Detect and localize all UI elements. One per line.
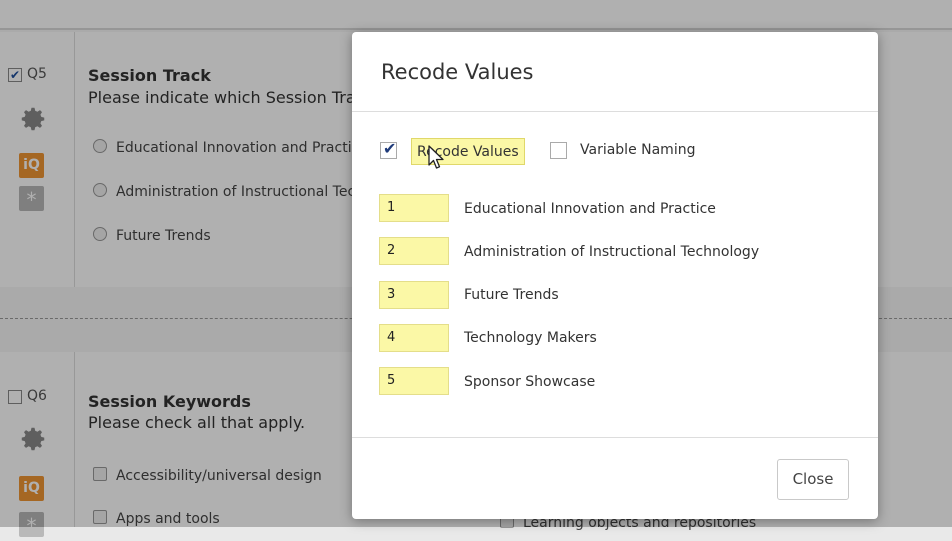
close-button[interactable]: Close (777, 459, 849, 500)
choice-label: Administration of Instructional Technolo… (464, 244, 760, 260)
dialog-header-divider (352, 111, 878, 112)
choice-label: Sponsor Showcase (464, 374, 596, 390)
recode-value-input[interactable]: 2 (379, 237, 449, 265)
recode-value-input[interactable]: 1 (379, 194, 449, 222)
mouse-pointer-icon (428, 145, 444, 169)
choice-label: Educational Innovation and Practice (464, 201, 716, 217)
variable-naming-option-label[interactable]: Variable Naming (580, 142, 695, 158)
recode-value-input[interactable]: 4 (379, 324, 449, 352)
checkmark-icon: ✔ (383, 139, 397, 158)
dialog-footer-divider (352, 437, 878, 438)
dialog-title: Recode Values (381, 60, 534, 84)
choice-label: Future Trends (464, 287, 559, 303)
recode-value-input[interactable]: 3 (379, 281, 449, 309)
recode-values-checkbox[interactable]: ✔ (380, 139, 397, 159)
variable-naming-checkbox[interactable] (550, 142, 567, 159)
recode-value-input[interactable]: 5 (379, 367, 449, 395)
choice-label: Technology Makers (464, 330, 597, 346)
recode-values-dialog: Recode Values ✔ Recode Values Variable N… (352, 32, 878, 519)
